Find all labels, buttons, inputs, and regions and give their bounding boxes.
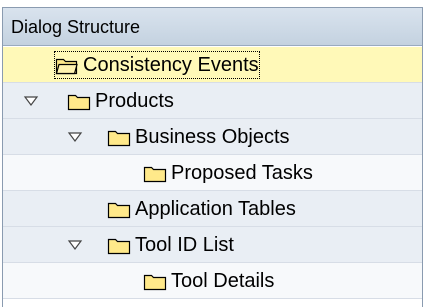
dialog-structure-tree: Consistency Events Products Business Obj… <box>3 47 422 299</box>
dialog-structure-frame: Dialog Structure Consistency Events Prod… <box>2 7 423 307</box>
tree-node-label: Products <box>95 90 174 112</box>
tree-node-proposed-tasks[interactable]: Proposed Tasks <box>143 160 313 186</box>
folder-icon <box>143 274 167 291</box>
folder-open-icon <box>55 58 78 75</box>
triangle-down-icon[interactable] <box>23 94 39 108</box>
tree-node-application-tables[interactable]: Application Tables <box>107 196 296 222</box>
tree-node-label: Application Tables <box>135 198 296 220</box>
tree-row-products[interactable]: Products <box>3 83 422 119</box>
tree-node-products[interactable]: Products <box>67 88 174 114</box>
tree-row-business-objects[interactable]: Business Objects <box>3 119 422 155</box>
folder-icon <box>107 202 131 219</box>
tree-row-tool-details[interactable]: Tool Details <box>3 263 422 299</box>
tree-row-proposed-tasks[interactable]: Proposed Tasks <box>3 155 422 191</box>
dialog-structure-panel: Dialog Structure Consistency Events Prod… <box>0 0 434 307</box>
folder-icon <box>107 238 131 255</box>
folder-icon <box>143 166 167 183</box>
triangle-down-icon[interactable] <box>67 238 83 252</box>
tree-node-label: Tool Details <box>171 270 275 292</box>
tree-row-tool-id-list[interactable]: Tool ID List <box>3 227 422 263</box>
tree-node-label: Consistency Events <box>83 54 259 76</box>
tree-node-tool-id-list[interactable]: Tool ID List <box>107 232 234 258</box>
tree-node-business-objects[interactable]: Business Objects <box>107 124 290 150</box>
tree-row-application-tables[interactable]: Application Tables <box>3 191 422 227</box>
tree-node-label: Tool ID List <box>135 234 234 256</box>
triangle-down-icon[interactable] <box>67 130 83 144</box>
tree-row-consistency-events[interactable]: Consistency Events <box>3 47 422 83</box>
tree-node-label: Proposed Tasks <box>171 162 313 184</box>
tree-node-consistency-events[interactable]: Consistency Events <box>54 51 260 79</box>
panel-title: Dialog Structure <box>3 8 422 46</box>
tree-node-tool-details[interactable]: Tool Details <box>143 268 274 294</box>
tree-node-label: Business Objects <box>135 126 290 148</box>
folder-icon <box>67 94 91 111</box>
folder-icon <box>107 130 131 147</box>
